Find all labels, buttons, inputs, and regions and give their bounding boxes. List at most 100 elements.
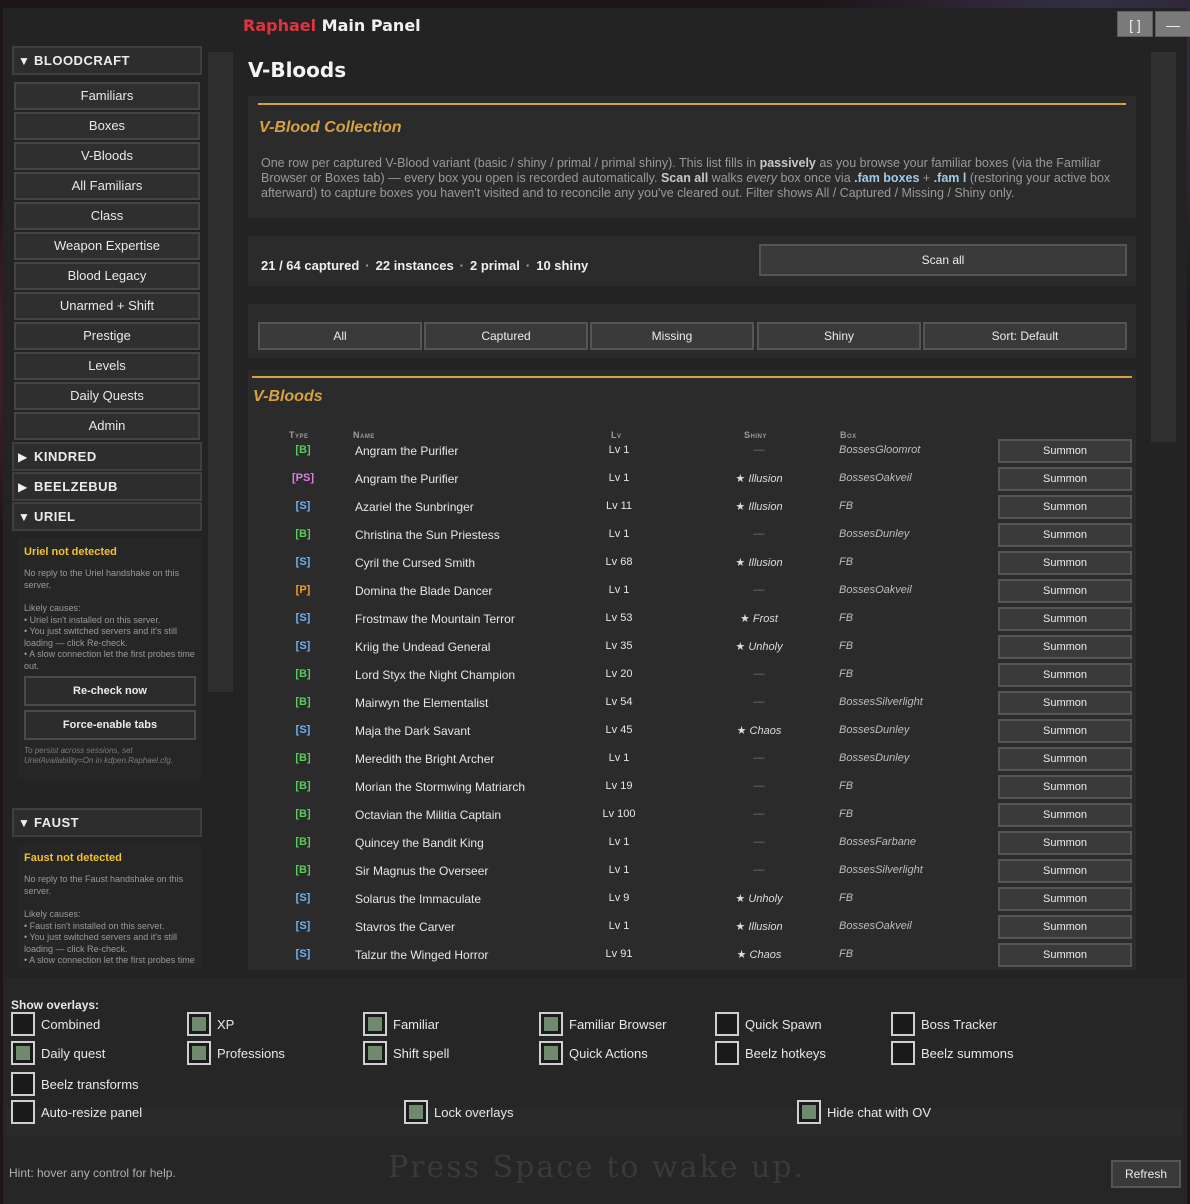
- overlay-settings: Show overlays: Combined XP Familiar Familia…: [3, 978, 1187, 1204]
- checkbox-label: XP: [217, 1016, 235, 1032]
- type-badge: [S]: [295, 612, 311, 624]
- summon-button[interactable]: Summon: [998, 579, 1132, 603]
- summon-button[interactable]: Summon: [998, 635, 1132, 659]
- overlay-toggle-familiar[interactable]: Familiar: [363, 1012, 439, 1036]
- scan-all-button[interactable]: Scan all: [759, 244, 1127, 276]
- summon-button[interactable]: Summon: [998, 551, 1132, 575]
- summon-button[interactable]: Summon: [998, 719, 1132, 743]
- overlay-toggle-hide-chat-with-ov[interactable]: Hide chat with OV: [797, 1100, 931, 1124]
- section-faust[interactable]: ▼ FAUST: [12, 808, 202, 837]
- cause-item: • You just switched servers and it's sti…: [24, 626, 177, 648]
- summon-button[interactable]: Summon: [998, 523, 1132, 547]
- sidebar-item-boxes[interactable]: Boxes: [14, 112, 200, 140]
- sidebar-item-class[interactable]: Class: [14, 202, 200, 230]
- checkbox[interactable]: [715, 1041, 739, 1065]
- checkbox[interactable]: [539, 1012, 563, 1036]
- sidebar-item-admin[interactable]: Admin: [14, 412, 200, 440]
- filter-sort-default-button[interactable]: Sort: Default: [923, 322, 1127, 350]
- overlay-toggle-quick-spawn[interactable]: Quick Spawn: [715, 1012, 822, 1036]
- sidebar-item-v-bloods[interactable]: V-Bloods: [14, 142, 200, 170]
- summon-button[interactable]: Summon: [998, 887, 1132, 911]
- summon-button[interactable]: Summon: [998, 607, 1132, 631]
- summon-button[interactable]: Summon: [998, 467, 1132, 491]
- vblood-name: Morian the Stormwing Matriarch: [355, 780, 526, 794]
- section-kindred[interactable]: ▶ KINDRED: [12, 442, 202, 471]
- title-bar[interactable]: Raphael Main Panel [ ] —: [3, 8, 1190, 42]
- checkbox[interactable]: [363, 1012, 387, 1036]
- chevron-down-icon: ▼: [18, 53, 31, 68]
- sidebar-item-daily-quests[interactable]: Daily Quests: [14, 382, 200, 410]
- sidebar-item-weapon-expertise[interactable]: Weapon Expertise: [14, 232, 200, 260]
- recheck-button[interactable]: Re-check now: [24, 676, 196, 706]
- checkbox[interactable]: [11, 1012, 35, 1036]
- maximize-button[interactable]: [ ]: [1117, 11, 1153, 37]
- summon-button[interactable]: Summon: [998, 915, 1132, 939]
- filter-all-button[interactable]: All: [258, 322, 422, 350]
- overlay-toggle-familiar-browser[interactable]: Familiar Browser: [539, 1012, 667, 1036]
- sidebar-item-all-familiars[interactable]: All Familiars: [14, 172, 200, 200]
- collection-description: One row per captured V-Blood variant (ba…: [261, 156, 1111, 200]
- filter-shiny-button[interactable]: Shiny: [757, 322, 921, 350]
- content-scrollbar[interactable]: [1151, 52, 1176, 442]
- minimize-button[interactable]: —: [1155, 11, 1190, 37]
- overlay-toggle-beelz-hotkeys[interactable]: Beelz hotkeys: [715, 1041, 826, 1065]
- overlay-toggle-beelz-summons[interactable]: Beelz summons: [891, 1041, 1013, 1065]
- overlay-toggle-lock-overlays[interactable]: Lock overlays: [404, 1100, 513, 1124]
- summon-button[interactable]: Summon: [998, 803, 1132, 827]
- overlay-toggle-boss-tracker[interactable]: Boss Tracker: [891, 1012, 997, 1036]
- overlay-toggle-daily-quest[interactable]: Daily quest: [11, 1041, 105, 1065]
- force-enable-button[interactable]: Force-enable tabs: [24, 710, 196, 740]
- uriel-status-title: Uriel not detected: [24, 546, 117, 558]
- sidebar-item-familiars[interactable]: Familiars: [14, 82, 200, 110]
- summon-button[interactable]: Summon: [998, 943, 1132, 967]
- section-bloodcraft[interactable]: ▼ BLOODCRAFT: [12, 46, 202, 75]
- section-beelzebub[interactable]: ▶ BEELZEBUB: [12, 472, 202, 501]
- filter-captured-button[interactable]: Captured: [424, 322, 588, 350]
- checkbox[interactable]: [797, 1100, 821, 1124]
- section-uriel[interactable]: ▼ URIEL: [12, 502, 202, 531]
- overlay-toggle-auto-resize-panel[interactable]: Auto-resize panel: [11, 1100, 142, 1124]
- overlay-toggle-beelz-transforms[interactable]: Beelz transforms: [11, 1072, 139, 1096]
- sidebar-item-blood-legacy[interactable]: Blood Legacy: [14, 262, 200, 290]
- summon-button[interactable]: Summon: [998, 439, 1132, 463]
- level-value: Lv 1: [608, 444, 630, 456]
- level-value: Lv 19: [605, 780, 633, 792]
- section-label: BLOODCRAFT: [34, 53, 130, 68]
- chevron-down-icon: ▼: [18, 815, 31, 830]
- checkbox[interactable]: [11, 1072, 35, 1096]
- checkbox[interactable]: [715, 1012, 739, 1036]
- overlay-toggle-xp[interactable]: XP: [187, 1012, 234, 1036]
- overlay-toggle-combined[interactable]: Combined: [11, 1012, 100, 1036]
- summon-button[interactable]: Summon: [998, 859, 1132, 883]
- summon-button[interactable]: Summon: [998, 831, 1132, 855]
- checkbox[interactable]: [891, 1012, 915, 1036]
- uriel-status-line: No reply to the Uriel handshake on this …: [24, 568, 180, 590]
- checkbox[interactable]: [363, 1041, 387, 1065]
- summon-button[interactable]: Summon: [998, 747, 1132, 771]
- overlay-toggle-quick-actions[interactable]: Quick Actions: [539, 1041, 648, 1065]
- sidebar-item-levels[interactable]: Levels: [14, 352, 200, 380]
- level-value: Lv 100: [602, 808, 636, 820]
- overlay-toggle-shift-spell[interactable]: Shift spell: [363, 1041, 449, 1065]
- shiny-value: —: [753, 668, 765, 680]
- checkbox[interactable]: [404, 1100, 428, 1124]
- checkbox[interactable]: [187, 1041, 211, 1065]
- checkbox[interactable]: [187, 1012, 211, 1036]
- shiny-value: ★ Illusion: [735, 473, 783, 485]
- checkbox[interactable]: [11, 1100, 35, 1124]
- summon-button[interactable]: Summon: [998, 775, 1132, 799]
- sidebar-scrollbar[interactable]: [208, 52, 233, 692]
- refresh-button[interactable]: Refresh: [1111, 1160, 1181, 1188]
- summon-button[interactable]: Summon: [998, 663, 1132, 687]
- summon-button[interactable]: Summon: [998, 691, 1132, 715]
- filter-missing-button[interactable]: Missing: [590, 322, 754, 350]
- checkbox[interactable]: [11, 1041, 35, 1065]
- sidebar-item-prestige[interactable]: Prestige: [14, 322, 200, 350]
- overlay-toggle-professions[interactable]: Professions: [187, 1041, 285, 1065]
- summon-button[interactable]: Summon: [998, 495, 1132, 519]
- checkbox[interactable]: [539, 1041, 563, 1065]
- checkbox-label: Familiar Browser: [569, 1016, 667, 1032]
- checkbox[interactable]: [891, 1041, 915, 1065]
- sidebar-item-unarmed-shift[interactable]: Unarmed + Shift: [14, 292, 200, 320]
- table-row: [S] Stavros the Carver Lv 1 ★ Illusion Bosse…: [259, 913, 1134, 941]
